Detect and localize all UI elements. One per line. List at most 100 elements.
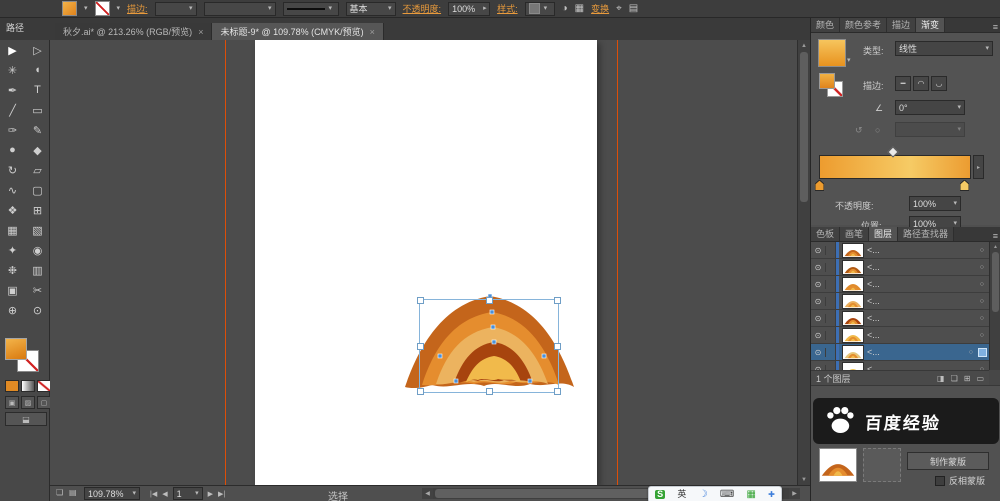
canvas-area[interactable]: ▲ ▼ <box>50 40 810 485</box>
grid-align-icon[interactable]: ▦ <box>575 3 584 14</box>
close-icon[interactable]: × <box>198 27 203 37</box>
artboard-tool-icon[interactable]: ▣ <box>0 280 25 300</box>
workspace-icon[interactable]: ▤ <box>629 3 638 14</box>
transform-link[interactable]: 变换 <box>591 2 609 15</box>
layer-thumbnail[interactable] <box>842 260 864 275</box>
emoji-grid-icon[interactable]: ▦ <box>746 490 755 500</box>
artboard[interactable] <box>255 40 597 485</box>
stroke-dropdown-icon[interactable]: ▾ <box>117 5 121 12</box>
color-button[interactable] <box>5 380 19 392</box>
target-circle-icon[interactable]: ○ <box>980 332 984 339</box>
hand-tool-icon[interactable]: ⊕ <box>0 300 25 320</box>
target-circle-icon[interactable]: ○ <box>980 247 984 254</box>
vertical-scroll-thumb[interactable] <box>800 52 808 202</box>
stroke-style-dropdown[interactable]: ▾ <box>283 2 339 16</box>
new-layer-icon[interactable]: ⊞ <box>964 374 971 383</box>
gradient-opacity-dropdown[interactable]: 100%▾ <box>909 196 961 211</box>
visibility-eye-icon[interactable]: ⊙ <box>811 348 826 357</box>
panel-menu-icon[interactable]: ≡ <box>993 22 998 32</box>
style-swatch-dropdown[interactable]: ▾ <box>525 2 555 16</box>
layer-row[interactable]: ⊙ <... ○ <box>811 242 989 259</box>
tab-color[interactable]: 颜色 <box>811 18 840 32</box>
night-mode-icon[interactable]: ☽ <box>699 490 708 500</box>
direct-selection-tool-icon[interactable]: ▷ <box>25 40 50 60</box>
stroke-gradient-along-icon[interactable]: ◠ <box>913 76 929 91</box>
gradient-tool-icon[interactable]: ▧ <box>25 220 50 240</box>
tab-brushes[interactable]: 画笔 <box>840 227 869 241</box>
layer-row[interactable]: ⊙ <... ○ <box>811 259 989 276</box>
magic-wand-tool-icon[interactable]: ✳ <box>0 60 25 80</box>
layer-thumbnail[interactable] <box>842 294 864 309</box>
selection-tool-icon[interactable]: ▶ <box>0 40 25 60</box>
target-circle-icon[interactable]: ○ <box>969 349 973 356</box>
layers-scrollbar[interactable]: ▲ <box>989 242 1000 370</box>
gradient-stop-right[interactable] <box>960 180 969 191</box>
zoom-tool-icon[interactable]: ⊙ <box>25 300 50 320</box>
stroke-link[interactable]: 描边: <box>127 2 148 15</box>
handle-top-left[interactable] <box>417 297 424 304</box>
document-tab-2[interactable]: 未标题-9* @ 109.78% (CMYK/预览) × <box>212 23 383 40</box>
shape-align-icon[interactable]: ◑ <box>562 3 568 14</box>
panel-menu-icon[interactable]: ≡ <box>993 231 998 241</box>
target-circle-icon[interactable]: ○ <box>980 298 984 305</box>
paintbrush-tool-icon[interactable]: ✑ <box>0 120 25 140</box>
symbol-sprayer-tool-icon[interactable]: ❉ <box>0 260 25 280</box>
scroll-down-icon[interactable]: ▼ <box>798 474 810 485</box>
document-tab-1[interactable]: 秋夕.ai* @ 213.26% (RGB/预览) × <box>55 23 212 40</box>
tab-stroke[interactable]: 描边 <box>887 18 916 32</box>
object-thumbnail[interactable] <box>819 448 857 482</box>
lasso-tool-icon[interactable]: ◖ <box>25 60 50 80</box>
handle-bottom-right[interactable] <box>554 388 561 395</box>
scroll-right-icon[interactable]: ▶ <box>789 488 800 499</box>
layer-row-selected[interactable]: ⊙ <... ○ <box>811 344 989 361</box>
selection-bounding-box[interactable] <box>419 299 559 393</box>
target-circle-icon[interactable]: ○ <box>980 315 984 322</box>
gradient-swatch-dropdown-icon[interactable]: ▾ <box>847 57 851 64</box>
close-icon[interactable]: × <box>370 27 375 37</box>
layer-thumbnail[interactable] <box>842 345 864 360</box>
fill-dropdown-icon[interactable]: ▾ <box>84 5 88 12</box>
reverse-gradient-icon[interactable]: ↺ <box>855 125 863 136</box>
pen-tool-icon[interactable]: ✒ <box>0 80 25 100</box>
opacity-dropdown[interactable]: 100%▸ <box>448 2 490 16</box>
gradient-stop-left[interactable] <box>815 180 824 191</box>
soft-keyboard-icon[interactable]: ⌨ <box>720 490 734 500</box>
line-tool-icon[interactable]: ╱ <box>0 100 25 120</box>
checkbox-icon[interactable] <box>935 476 945 486</box>
lock-cell[interactable] <box>826 276 836 292</box>
free-transform-tool-icon[interactable]: ▢ <box>25 180 50 200</box>
fill-proxy-swatch[interactable] <box>5 338 27 360</box>
layer-row[interactable]: ⊙ <... ○ <box>811 310 989 327</box>
create-sublayer-icon[interactable]: ❏ <box>951 374 958 383</box>
blend-tool-icon[interactable]: ◉ <box>25 240 50 260</box>
draw-normal-icon[interactable]: ▣ <box>5 396 19 409</box>
draw-behind-icon[interactable]: ▨ <box>21 396 35 409</box>
stroke-weight-dropdown[interactable]: ▾ <box>155 2 197 16</box>
blob-brush-tool-icon[interactable]: ● <box>0 140 25 160</box>
shape-builder-tool-icon[interactable]: ❖ <box>0 200 25 220</box>
visibility-eye-icon[interactable]: ⊙ <box>811 246 826 255</box>
lock-cell[interactable] <box>826 293 836 309</box>
layers-scroll-thumb[interactable] <box>992 252 999 312</box>
delete-layer-icon[interactable]: ▭ <box>976 374 984 383</box>
none-button[interactable] <box>37 380 51 392</box>
lock-cell[interactable] <box>826 242 836 258</box>
layer-thumbnail[interactable] <box>842 243 864 258</box>
lock-cell[interactable] <box>826 310 836 326</box>
last-artboard-icon[interactable]: ▶| <box>218 490 225 498</box>
gradient-angle-input[interactable]: 0°▾ <box>895 100 965 115</box>
column-graph-tool-icon[interactable]: ▥ <box>25 260 50 280</box>
make-mask-button[interactable]: 制作蒙版 <box>907 452 989 470</box>
eraser-tool-icon[interactable]: ◆ <box>25 140 50 160</box>
tab-pathfinder[interactable]: 路径查找器 <box>898 227 954 241</box>
handle-bottom-left[interactable] <box>417 388 424 395</box>
target-circle-icon[interactable]: ○ <box>980 264 984 271</box>
layer-row[interactable]: ⊙ <... ○ <box>811 276 989 293</box>
mesh-tool-icon[interactable]: ▦ <box>0 220 25 240</box>
gradient-fill-swatch[interactable] <box>818 39 846 67</box>
rectangle-tool-icon[interactable]: ▭ <box>25 100 50 120</box>
handle-top-right[interactable] <box>554 297 561 304</box>
artboard-number-dropdown[interactable]: 1▾ <box>173 487 203 500</box>
stroke-gradient-across-icon[interactable]: ◡ <box>931 76 947 91</box>
layer-row[interactable]: ⊙ <... ○ <box>811 327 989 344</box>
